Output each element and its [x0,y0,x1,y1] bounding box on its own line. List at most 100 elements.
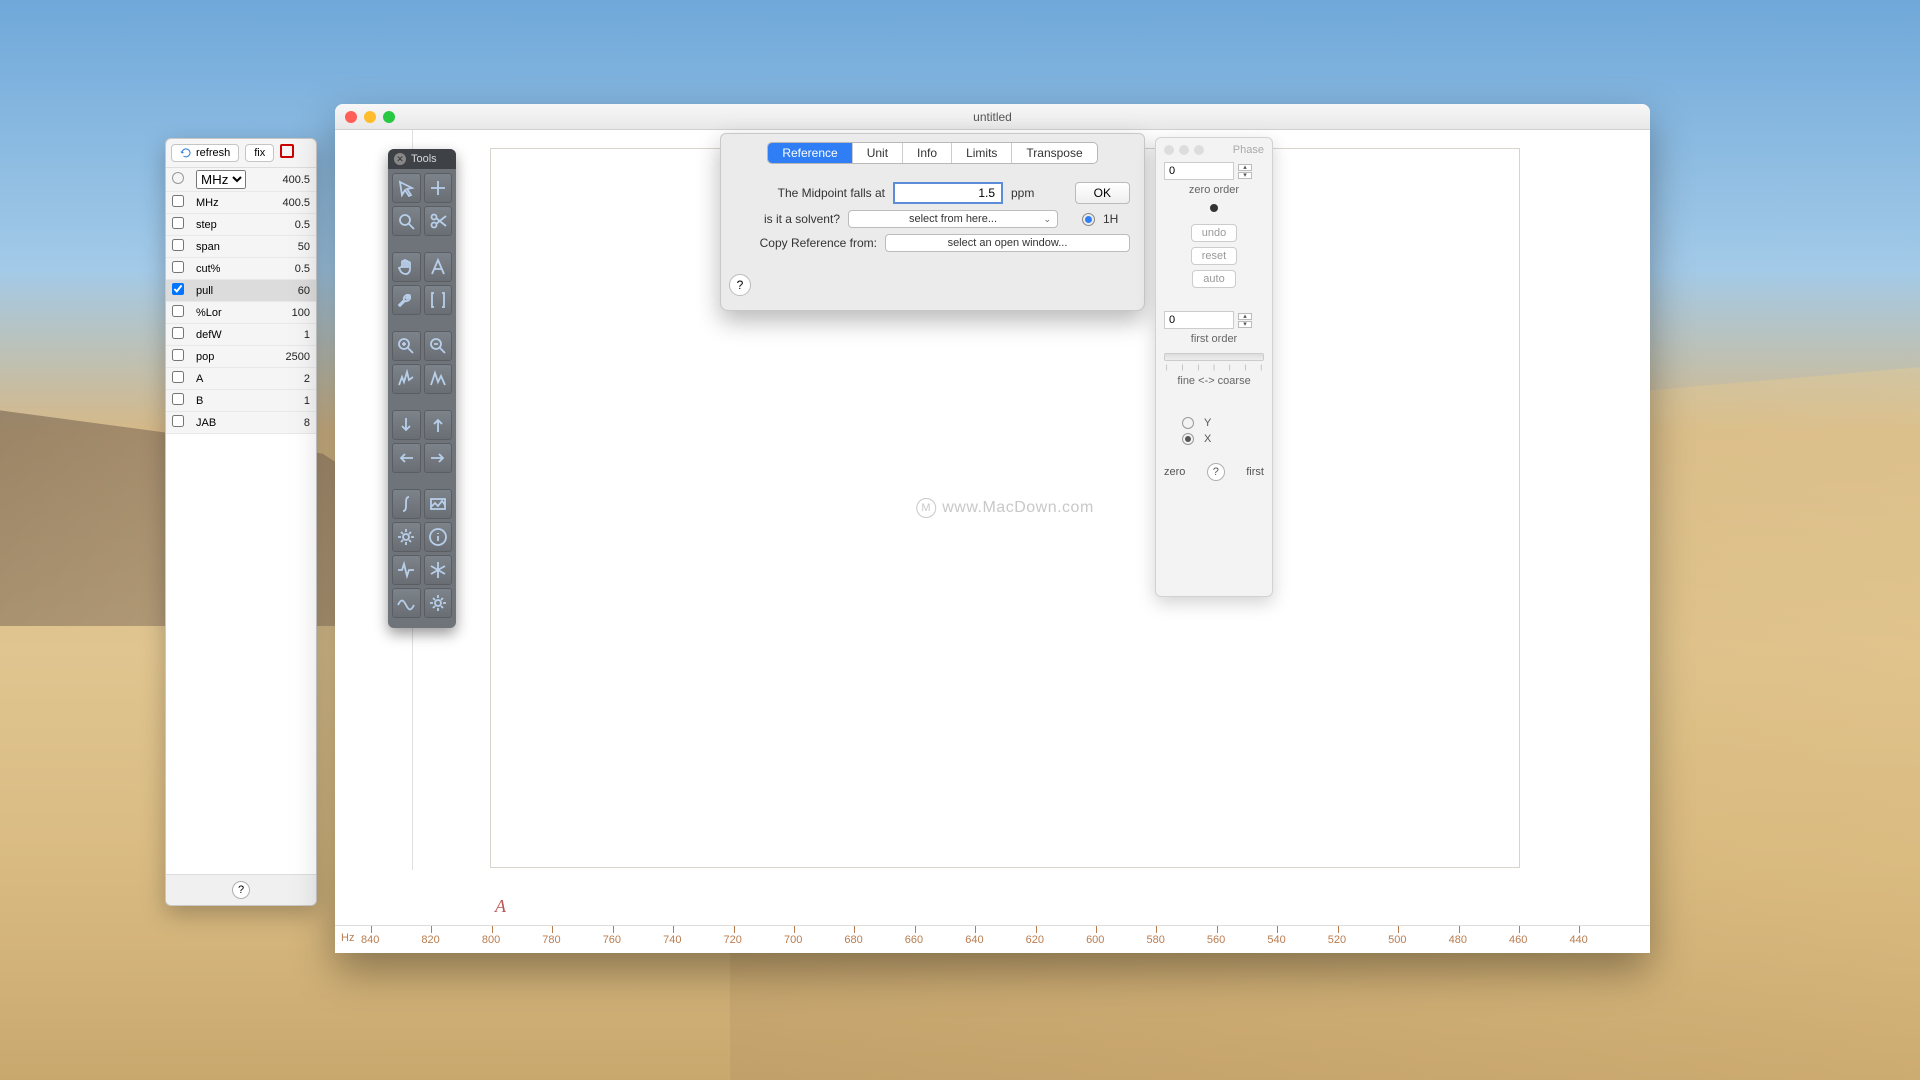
zero-order-input[interactable] [1164,162,1234,180]
tool-zoom-out[interactable] [424,331,453,361]
param-row[interactable]: %Lor 100 [166,302,316,324]
dialog-help-button[interactable]: ? [729,274,751,296]
param-row[interactable]: step 0.5 [166,214,316,236]
param-checkbox[interactable] [172,415,184,427]
tool-arrow-left[interactable] [392,443,421,473]
tool-zoom-in[interactable] [392,331,421,361]
tool-scissors[interactable] [424,206,453,236]
settings-help-button[interactable]: ? [232,881,250,899]
arrow-left-icon [396,448,416,468]
param-row[interactable]: A 2 [166,368,316,390]
titlebar[interactable]: untitled [335,104,1650,130]
refresh-button[interactable]: refresh [171,144,239,162]
param-row[interactable]: span 50 [166,236,316,258]
tool-hand[interactable] [392,252,421,282]
param-checkbox[interactable] [172,195,184,207]
tool-brackets[interactable] [424,285,453,315]
param-row[interactable]: pop 2500 [166,346,316,368]
tool-arrow-right[interactable] [424,443,453,473]
tool-arrow-nw[interactable] [392,173,421,203]
reset-button[interactable]: reset [1191,247,1237,265]
fix-button[interactable]: fix [245,144,274,162]
pulse-icon [396,560,416,580]
tool-integral[interactable] [392,489,421,519]
tool-gear-small[interactable] [392,522,421,552]
midpoint-unit: ppm [1011,186,1034,200]
phase-titlebar[interactable]: Phase [1164,144,1264,156]
param-checkbox[interactable] [172,305,184,317]
chevron-up-icon[interactable]: ▴ [1238,313,1252,320]
tab-unit[interactable]: Unit [853,143,903,163]
ruler-tick-label: 840 [361,934,379,946]
tool-snow[interactable] [424,555,453,585]
axis-ruler[interactable]: Hz 8408208007807607407207006806606406206… [335,925,1650,953]
tab-info[interactable]: Info [903,143,952,163]
ruler-tick-label: 440 [1569,934,1587,946]
param-checkbox[interactable] [172,327,184,339]
tool-peaks-a[interactable] [392,364,421,394]
tool-info[interactable] [424,522,453,552]
chevron-up-icon[interactable]: ▴ [1238,164,1252,171]
close-icon[interactable]: ✕ [394,153,406,165]
param-row-mhz-top[interactable]: MHz 400.5 [166,168,316,192]
tab-limits[interactable]: Limits [952,143,1012,163]
foot-first-label[interactable]: first [1246,466,1264,478]
gear-icon [428,593,448,613]
axis-x-radio[interactable] [1182,433,1194,445]
axis-y-radio[interactable] [1182,417,1194,429]
phase-help-button[interactable]: ? [1207,463,1225,481]
nucleus-radio[interactable] [1082,213,1095,226]
tool-letter-a[interactable] [424,252,453,282]
tool-plus[interactable] [424,173,453,203]
undo-button[interactable]: undo [1191,224,1237,242]
param-checkbox[interactable] [172,239,184,251]
tool-search[interactable] [392,206,421,236]
tool-arrow-up[interactable] [424,410,453,440]
chevron-down-icon[interactable]: ▾ [1238,321,1252,328]
first-stepper[interactable]: ▴▾ [1238,313,1252,328]
param-row[interactable]: MHz 400.5 [166,192,316,214]
param-checkbox[interactable] [172,371,184,383]
param-row[interactable]: cut% 0.5 [166,258,316,280]
unit-select[interactable]: MHz [196,170,246,189]
record-indicator-icon[interactable] [280,144,294,158]
param-checkbox[interactable] [172,217,184,229]
refresh-icon [180,147,192,159]
param-row[interactable]: pull 60 [166,280,316,302]
tool-arrow-down[interactable] [392,410,421,440]
param-checkbox[interactable] [172,393,184,405]
chevron-down-icon[interactable]: ▾ [1238,172,1252,179]
radio-icon[interactable] [172,172,184,184]
ruler-tick-label: 460 [1509,934,1527,946]
tool-wave[interactable] [392,588,421,618]
tools-palette[interactable]: ✕ Tools [388,149,456,628]
foot-zero-label[interactable]: zero [1164,466,1185,478]
tab-transpose[interactable]: Transpose [1012,143,1096,163]
fix-label: fix [254,147,265,159]
param-row[interactable]: JAB 8 [166,412,316,434]
fine-coarse-slider[interactable] [1164,353,1264,361]
zero-dial[interactable] [1164,204,1264,212]
auto-button[interactable]: auto [1192,270,1235,288]
refresh-label: refresh [196,147,230,159]
tool-wrench[interactable] [392,285,421,315]
tool-landscape[interactable] [424,489,453,519]
param-checkbox[interactable] [172,349,184,361]
landscape-icon [428,494,448,514]
param-row[interactable]: B 1 [166,390,316,412]
midpoint-input[interactable] [893,182,1003,204]
param-checkbox[interactable] [172,283,184,295]
ok-button[interactable]: OK [1075,182,1130,204]
tool-gear[interactable] [424,588,453,618]
tab-reference[interactable]: Reference [768,143,852,163]
zero-stepper[interactable]: ▴▾ [1238,164,1252,179]
param-checkbox[interactable] [172,261,184,273]
tool-peaks-b[interactable] [424,364,453,394]
tools-titlebar[interactable]: ✕ Tools [388,149,456,169]
first-order-input[interactable] [1164,311,1234,329]
tool-pulse[interactable] [392,555,421,585]
copy-ref-select[interactable]: select an open window... [885,234,1130,252]
solvent-select[interactable]: select from here... ⌄ [848,210,1058,228]
param-row[interactable]: defW 1 [166,324,316,346]
param-value: 400.5 [267,168,316,192]
